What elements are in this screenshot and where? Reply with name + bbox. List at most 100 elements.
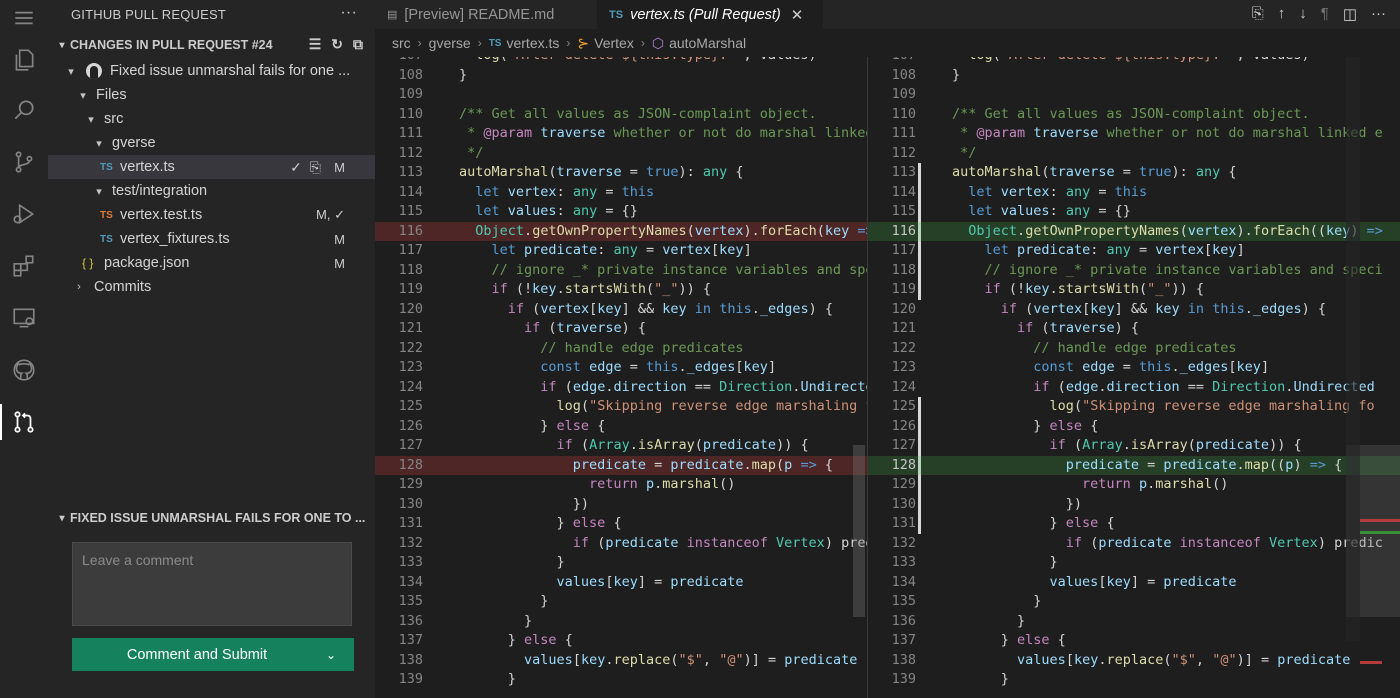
source-control-icon[interactable] <box>0 138 48 186</box>
scrollbar[interactable] <box>1346 57 1360 641</box>
file-status: M <box>334 255 345 271</box>
json-file-icon: { } <box>82 256 94 270</box>
tree-item-label: Files <box>96 87 127 103</box>
tree-item-vertex-ts[interactable]: TS vertex.ts ✓ ⎘ M <box>48 155 375 179</box>
refresh-icon[interactable]: ↻ <box>331 36 343 53</box>
chevron-right-icon: › <box>77 281 81 293</box>
line-number: 122 <box>398 339 423 356</box>
more-actions-icon[interactable]: ··· <box>1371 5 1386 23</box>
tree-item-package-json[interactable]: { } package.json M <box>48 251 375 275</box>
comment-input[interactable]: Leave a comment <box>72 542 352 626</box>
line-number: 118 <box>891 261 916 278</box>
tree-item-label: gverse <box>112 135 156 151</box>
remote-explorer-icon[interactable] <box>0 294 48 342</box>
line-number: 130 <box>398 495 423 512</box>
breadcrumb-item[interactable]: src <box>392 35 411 51</box>
line-number: 134 <box>398 573 423 590</box>
comment-submit-button[interactable]: Comment and Submit ⌄ <box>72 638 354 671</box>
breadcrumb-item[interactable]: Vertex <box>594 35 634 51</box>
collapse-all-icon[interactable]: ⧉ <box>353 36 363 53</box>
tree-item-vertex-test-ts[interactable]: TS vertex.test.ts M, ✓ <box>48 203 375 227</box>
line-number: 132 <box>398 534 423 551</box>
line-number: 124 <box>891 378 916 395</box>
inserted-line: 116 Object.getOwnPropertyNames(vertex).f… <box>868 221 1400 241</box>
line-number: 109 <box>398 86 423 102</box>
chevron-down-icon[interactable]: ⌄ <box>308 648 354 662</box>
line-number: 131 <box>891 515 916 531</box>
line-number: 110 <box>398 105 423 122</box>
line-number: 117 <box>891 242 916 258</box>
check-icon[interactable]: ✓ <box>290 159 302 176</box>
row-actions: ✓ ⎘ <box>290 159 321 176</box>
minimap-deletion-marker <box>1360 661 1382 664</box>
tree-item-commits[interactable]: › Commits <box>48 275 375 299</box>
line-number: 125 <box>398 398 423 414</box>
tree-item-label: src <box>104 111 124 127</box>
explorer-icon[interactable] <box>0 36 48 84</box>
chevron-right-icon: › <box>417 36 422 50</box>
tree-item-label: vertex.test.ts <box>120 207 203 223</box>
tab-vertex-pull-request[interactable]: TS vertex.ts (Pull Request) ✕ <box>597 0 823 29</box>
arrow-down-icon[interactable]: ↓ <box>1299 5 1307 23</box>
line-number: 137 <box>891 632 916 648</box>
line-number: 129 <box>891 476 916 492</box>
open-file-icon[interactable]: ⎘ <box>1252 5 1264 23</box>
line-number: 114 <box>398 183 423 200</box>
line-number: 116 <box>398 222 423 239</box>
typescript-file-icon: TS <box>100 233 113 245</box>
file-status: M <box>334 231 345 247</box>
line-number: 114 <box>891 183 916 200</box>
chevron-down-icon: ▾ <box>96 137 102 150</box>
sidebar-header: GITHUB PULL REQUEST ··· <box>48 0 375 28</box>
extensions-icon[interactable] <box>0 242 48 290</box>
line-number: 112 <box>398 144 423 161</box>
comment-section-title: FIXED ISSUE UNMARSHAL FAILS FOR ONE TO .… <box>70 511 366 525</box>
breadcrumb: src › gverse › TS vertex.ts › ⊱ Vertex ›… <box>375 29 1400 57</box>
chevron-down-icon: ▾ <box>59 512 65 524</box>
minimap-insertion-marker <box>1360 531 1400 534</box>
diff-editor-original[interactable]: 107 log(`After delete ${this.type}: `, v… <box>375 57 867 698</box>
line-number: 135 <box>891 593 916 609</box>
deleted-line: 128 predicate = predicate.map(p => { <box>375 455 867 475</box>
deleted-line: 116 Object.getOwnPropertyNames(vertex).f… <box>375 221 867 241</box>
line-number: 136 <box>891 612 916 629</box>
more-actions-icon[interactable]: ··· <box>340 4 357 22</box>
line-number: 108 <box>891 66 916 83</box>
tree-item-gverse[interactable]: ▾ gverse <box>48 131 375 155</box>
line-number: 138 <box>398 651 423 668</box>
breadcrumb-item[interactable]: gverse <box>429 35 471 51</box>
line-number: 139 <box>398 671 423 687</box>
close-icon[interactable]: ✕ <box>791 6 804 24</box>
diff-editor-modified[interactable]: 107 log(`After delete ${this.type}: `, v… <box>868 57 1400 698</box>
tree-item-files[interactable]: ▾ Files <box>48 83 375 107</box>
chevron-down-icon: ▾ <box>68 65 74 78</box>
tree-item-test-integration[interactable]: ▾ test/integration <box>48 179 375 203</box>
run-debug-icon[interactable] <box>0 190 48 238</box>
file-status: M <box>334 159 345 175</box>
line-number: 120 <box>891 300 916 317</box>
list-view-icon[interactable]: ☰ <box>309 36 322 53</box>
open-file-icon[interactable]: ⎘ <box>310 159 321 176</box>
tab-label: vertex.ts (Pull Request) <box>630 6 781 23</box>
pull-request-icon[interactable] <box>0 398 48 446</box>
tree-item-src[interactable]: ▾ src <box>48 107 375 131</box>
changes-section-header[interactable]: ▾ CHANGES IN PULL REQUEST #24 ☰ ↻ ⧉ <box>48 31 375 59</box>
breadcrumb-item[interactable]: vertex.ts <box>506 35 559 51</box>
tab-readme-preview[interactable]: ▤ [Preview] README.md <box>375 0 597 29</box>
github-icon[interactable] <box>0 346 48 394</box>
tree-item-vertex-fixtures-ts[interactable]: TS vertex_fixtures.ts M <box>48 227 375 251</box>
line-number: 110 <box>891 105 916 122</box>
pr-title-row[interactable]: ▾ Fixed issue unmarshal fails for one ..… <box>48 59 375 83</box>
search-icon[interactable] <box>0 86 48 134</box>
arrow-up-icon[interactable]: ↑ <box>1278 5 1286 23</box>
line-number: 135 <box>398 593 423 609</box>
split-editor-icon[interactable]: ◫ <box>1343 5 1357 23</box>
line-number: 129 <box>398 476 423 492</box>
comment-section-header[interactable]: ▾ FIXED ISSUE UNMARSHAL FAILS FOR ONE TO… <box>48 504 375 532</box>
line-number: 107 <box>375 57 443 66</box>
whitespace-icon[interactable]: ¶ <box>1321 5 1329 23</box>
scrollbar[interactable] <box>853 445 865 617</box>
line-number: 125 <box>891 398 916 414</box>
breadcrumb-item[interactable]: autoMarshal <box>669 35 746 51</box>
line-number: 139 <box>891 671 916 687</box>
